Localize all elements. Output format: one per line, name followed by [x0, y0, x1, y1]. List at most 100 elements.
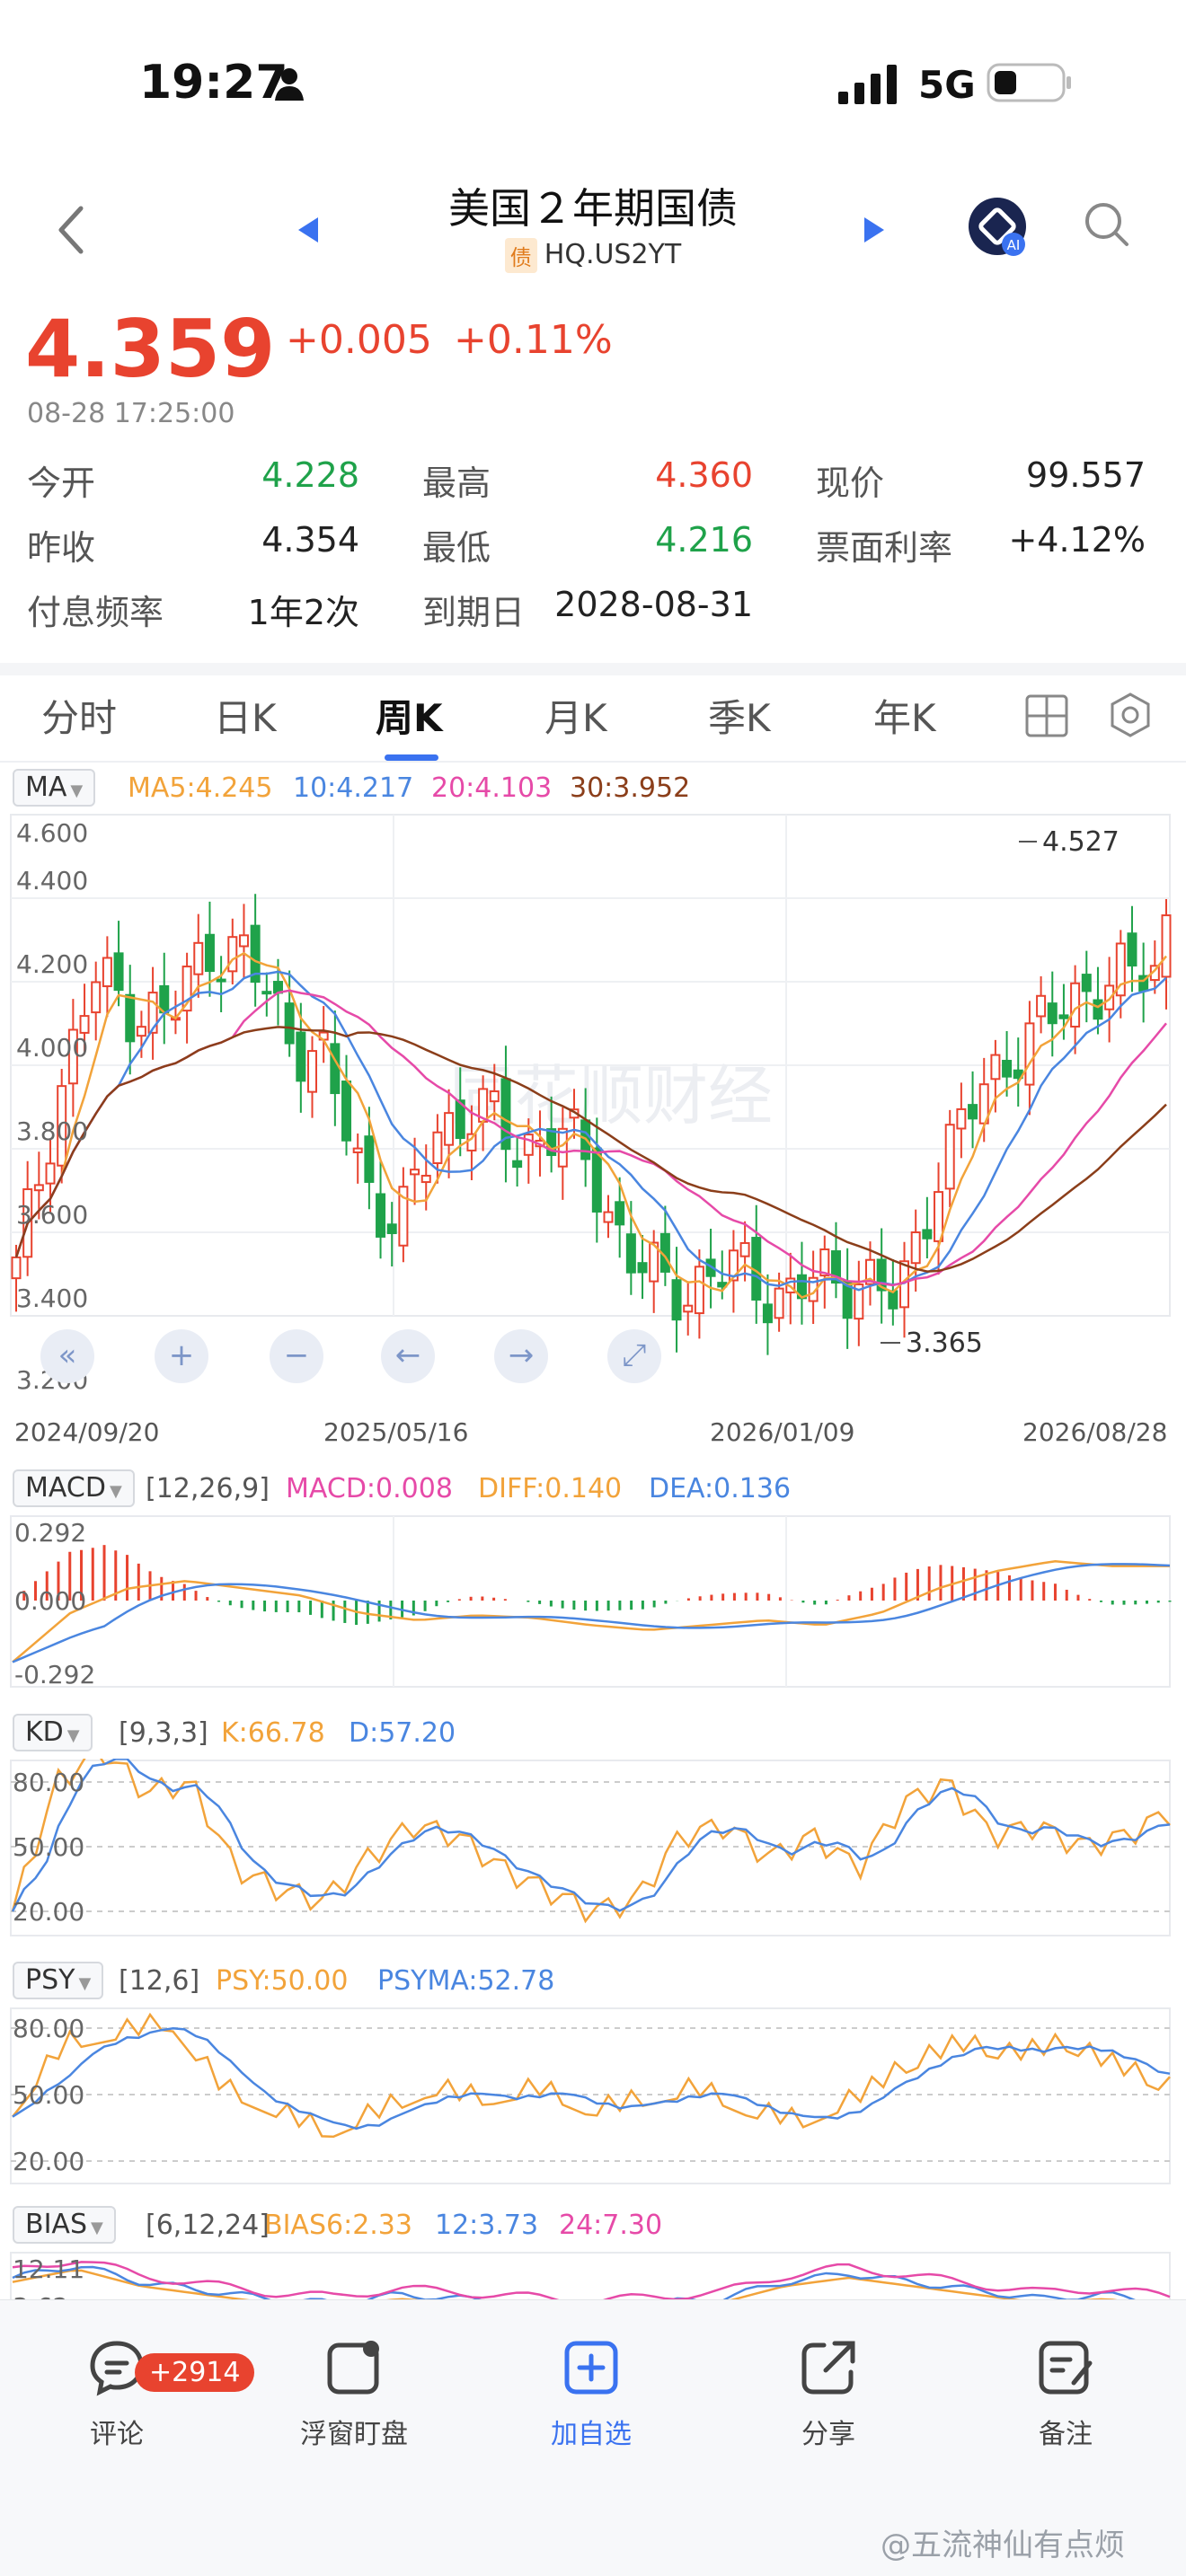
- price-change-pct: +0.11%: [454, 317, 613, 363]
- settings-icon[interactable]: [1107, 692, 1154, 738]
- y-axis-labels: 4.600 4.400 4.200 4.000 3.800 3.600 3.40…: [16, 818, 88, 1395]
- min-label: 3.365: [906, 1328, 983, 1359]
- macd-selector[interactable]: MACD ▼: [13, 1469, 135, 1507]
- psy-selector-label: PSY: [25, 1964, 75, 1996]
- scroll-to-start-button[interactable]: «: [40, 1329, 94, 1383]
- candle-body: [637, 1262, 648, 1274]
- scroll-left-button[interactable]: ←: [381, 1329, 435, 1383]
- pay-freq-label: 付息频率: [27, 593, 164, 632]
- candle-body: [1070, 982, 1081, 1028]
- psy-selector[interactable]: PSY ▼: [13, 1962, 104, 1999]
- candle-body: [216, 978, 226, 983]
- float-window-icon: [327, 2341, 379, 2395]
- candle-body: [1002, 1059, 1013, 1078]
- float-watch-button[interactable]: 浮窗盯盘: [282, 2336, 426, 2451]
- candle-body: [1058, 1014, 1069, 1019]
- tab-year[interactable]: 年K: [873, 688, 936, 743]
- ma-selector[interactable]: MA ▼: [13, 769, 96, 807]
- candle-body: [136, 1026, 146, 1037]
- kd-selector[interactable]: KD ▼: [13, 1714, 93, 1751]
- y-tick: 50.00: [13, 1832, 84, 1862]
- macd-selector-label: MACD: [25, 1472, 106, 1504]
- candle-body: [1024, 1022, 1035, 1086]
- high-value: 4.360: [655, 455, 753, 495]
- y-tick: 4.200: [16, 949, 88, 979]
- note-icon: [1039, 2341, 1093, 2395]
- candle-body: [125, 993, 136, 1043]
- y-tick: 0.292: [14, 1518, 86, 1548]
- macd-params: [12,26,9]: [146, 1473, 270, 1504]
- period-tabs: 分时 日K 周K 月K 季K 年K: [0, 675, 1186, 761]
- candle-body: [625, 1233, 636, 1274]
- candle-body: [489, 1090, 500, 1103]
- open-value: 4.228: [261, 455, 359, 495]
- candle-body: [364, 1135, 375, 1183]
- candle-body: [1127, 932, 1137, 967]
- diff-line: [12, 1560, 1170, 1663]
- grid-layout-icon[interactable]: [1024, 693, 1069, 738]
- candle-body: [1161, 914, 1172, 978]
- chevron-down-icon: ▼: [109, 1482, 122, 1501]
- candle-body: [193, 941, 204, 975]
- candle-body: [694, 1266, 704, 1315]
- candlestick-chart[interactable]: 同花顺财经 4.600 4.400 4.200 4.000 3.800 3.60…: [0, 813, 1186, 1401]
- add-label: 加自选: [551, 2419, 632, 2450]
- chevron-down-icon: ▼: [78, 1974, 92, 1993]
- candle-body: [968, 1104, 978, 1120]
- quote-panel: 4.359 +0.005 +0.11% 08-28 17:25:00 今开 4.…: [0, 292, 1186, 660]
- tab-month[interactable]: 月K: [544, 688, 607, 743]
- ai-assistant-icon[interactable]: AI: [967, 196, 1030, 259]
- note-label: 备注: [1039, 2419, 1093, 2450]
- candle-body: [420, 1174, 431, 1184]
- ma10-value: 10:4.217: [293, 772, 414, 804]
- y-tick: 12.11: [13, 2254, 84, 2284]
- candle-body: [762, 1303, 773, 1324]
- share-button[interactable]: 分享: [757, 2336, 900, 2451]
- macd-chart: 0.292 0.000 -0.292: [10, 1515, 1172, 1689]
- candle-body: [1036, 994, 1047, 1018]
- psy-legend: PSY ▼ [12,6] PSY:50.00 PSYMA:52.78: [0, 1958, 1186, 2003]
- ma20-value: 20:4.103: [431, 772, 553, 804]
- zoom-in-button[interactable]: +: [155, 1329, 208, 1383]
- d-value: D:57.20: [349, 1717, 456, 1749]
- tab-quarter[interactable]: 季K: [708, 688, 771, 743]
- note-button[interactable]: 备注: [994, 2336, 1137, 2451]
- open-label: 今开: [27, 463, 96, 503]
- macd-value: MACD:0.008: [286, 1473, 453, 1504]
- scroll-right-button[interactable]: →: [494, 1329, 548, 1383]
- candle-body: [296, 1031, 306, 1082]
- candle-body: [204, 933, 215, 973]
- y-tick: 50.00: [13, 2080, 84, 2110]
- zoom-out-button[interactable]: −: [270, 1329, 323, 1383]
- y-tick: 0.000: [14, 1586, 86, 1616]
- bond-tag: 债: [504, 238, 537, 273]
- bias-chart: 12.11 3.62: [10, 2252, 1171, 2305]
- candle-body: [774, 1287, 784, 1319]
- candle-body: [376, 1193, 386, 1238]
- status-time: 19:27: [139, 56, 288, 110]
- tab-week[interactable]: 周K: [376, 688, 443, 743]
- search-icon[interactable]: [1082, 199, 1132, 250]
- candle-body: [341, 1081, 352, 1142]
- tab-day[interactable]: 日K: [214, 688, 277, 743]
- chevron-down-icon: ▼: [70, 781, 84, 800]
- candle-body: [944, 1124, 955, 1190]
- next-security-icon[interactable]: [863, 216, 886, 244]
- diff-value: DIFF:0.140: [478, 1473, 623, 1504]
- tab-minute[interactable]: 分时: [41, 688, 117, 743]
- fullscreen-button[interactable]: ⤢: [607, 1329, 661, 1383]
- candle-body: [102, 957, 112, 988]
- coupon-value: +4.12%: [1008, 520, 1146, 560]
- candle-body: [990, 1054, 1001, 1081]
- candle-body: [888, 1290, 898, 1310]
- bias-params: [6,12,24]: [146, 2210, 270, 2241]
- psy-chart: 80.00 50.00 20.00: [10, 2007, 1171, 2184]
- x-tick: 2026/01/09: [710, 1417, 855, 1447]
- kd-chart: 80.00 50.00 20.00: [10, 1759, 1171, 1936]
- k-line: [11, 1759, 1171, 1924]
- y-tick: 4.400: [16, 866, 88, 895]
- candle-body: [444, 1112, 455, 1146]
- candle-body: [113, 952, 124, 992]
- add-watchlist-button[interactable]: 加自选: [519, 2336, 663, 2451]
- bias-selector[interactable]: BIAS ▼: [13, 2206, 116, 2244]
